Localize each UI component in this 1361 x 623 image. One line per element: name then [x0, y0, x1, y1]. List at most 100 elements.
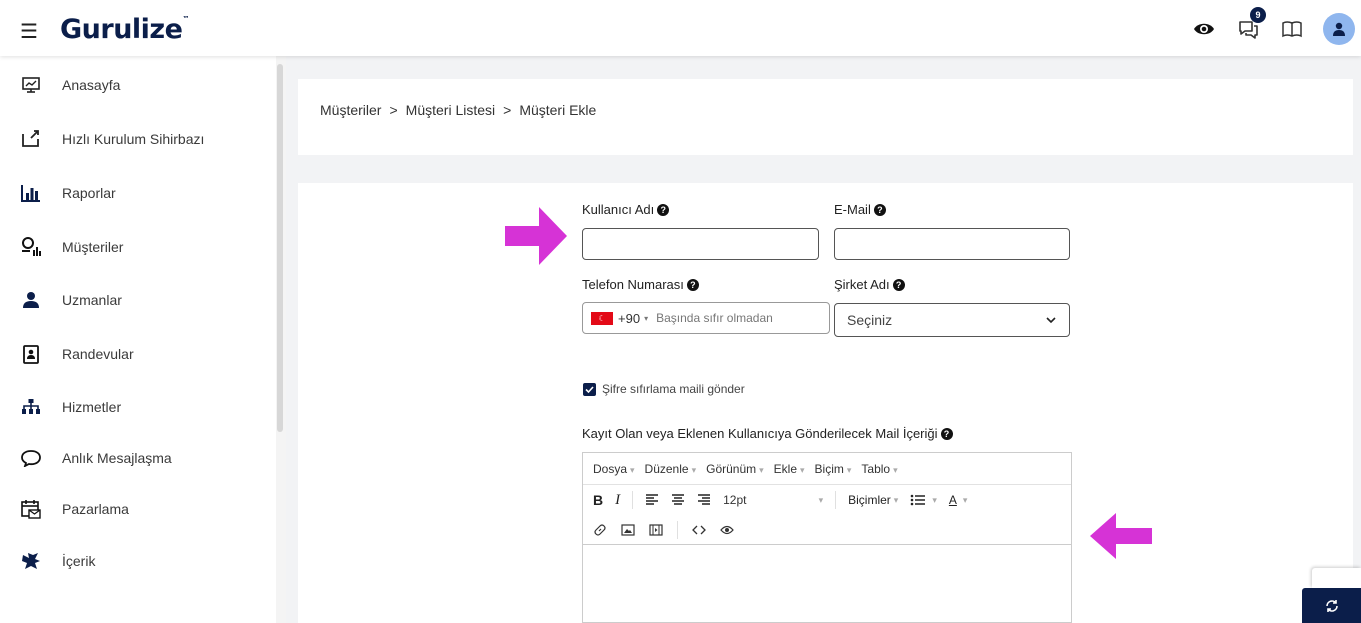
menu-label: Tablo	[861, 461, 891, 476]
help-icon[interactable]: ?	[873, 203, 886, 216]
italic-button[interactable]: I	[615, 492, 620, 509]
sidebar-item-label: Pazarlama	[62, 501, 129, 517]
logo-text: Gurulize	[60, 14, 183, 45]
refresh-icon	[1325, 599, 1338, 612]
menu-icon[interactable]: ☰	[20, 22, 38, 42]
bullet-list-icon[interactable]: ▾	[910, 494, 937, 506]
menu-ekle[interactable]: Ekle ▾	[774, 462, 805, 476]
sidebar-item-musteriler[interactable]: Müşteriler	[20, 232, 123, 262]
eye-icon[interactable]	[1191, 16, 1217, 42]
breadcrumb-musteri-listesi[interactable]: Müşteri Listesi	[406, 102, 495, 118]
mail-content-label: Kayıt Olan veya Eklenen Kullanıcıya Gönd…	[582, 426, 953, 441]
editor-toolbar-secondary	[583, 515, 1071, 545]
logo[interactable]: Gurulize™	[60, 14, 189, 45]
image-icon[interactable]	[621, 523, 635, 536]
refresh-button[interactable]	[1302, 588, 1361, 623]
annotation-arrow-icon	[505, 207, 567, 265]
mail-content-label-text: Kayıt Olan veya Eklenen Kullanıcıya Gönd…	[582, 426, 938, 441]
formats-label: Biçimler	[848, 493, 891, 507]
sidebar-item-hizli-kurulum[interactable]: Hızlı Kurulum Sihirbazı	[20, 124, 204, 154]
chevron-down-icon[interactable]: ▾	[644, 314, 648, 323]
phone-label: Telefon Numarası ?	[582, 277, 699, 292]
text-color-label: A	[948, 493, 957, 507]
company-select[interactable]: Seçiniz	[834, 303, 1070, 337]
mail-content-editor: Dosya ▾ Düzenle ▾ Görünüm ▾ Ekle ▾ Biçim ▾ Ta…	[582, 452, 1072, 623]
email-label: E-Mail ?	[834, 202, 886, 217]
menu-label: Görünüm	[706, 461, 757, 476]
menu-bicim[interactable]: Biçim ▾	[815, 462, 852, 476]
user-avatar-icon	[1333, 22, 1345, 36]
username-label-text: Kullanıcı Adı	[582, 202, 655, 217]
link-icon[interactable]	[593, 523, 607, 537]
customers-icon	[20, 236, 42, 258]
sidebar-item-uzmanlar[interactable]: Uzmanlar	[20, 285, 122, 315]
formats-select[interactable]: Biçimler ▾	[848, 493, 898, 507]
puzzle-icon	[20, 550, 42, 572]
phone-input[interactable]	[656, 311, 797, 325]
align-left-icon[interactable]	[645, 494, 659, 506]
sidebar-item-label: Anlık Mesajlaşma	[62, 450, 172, 466]
help-icon[interactable]: ?	[940, 427, 953, 440]
email-input[interactable]	[834, 228, 1070, 260]
notification-badge: 9	[1250, 7, 1266, 23]
bold-button[interactable]: B	[593, 492, 603, 508]
help-icon[interactable]: ?	[892, 278, 905, 291]
menu-gorunum[interactable]: Görünüm ▾	[706, 462, 764, 476]
breadcrumb-separator: >	[503, 102, 512, 118]
phone-field: ☾ +90 ▾	[582, 302, 830, 334]
sidebar-item-label: Hizmetler	[62, 399, 122, 415]
reset-mail-checkbox[interactable]	[583, 383, 596, 396]
breadcrumb-musteriler[interactable]: Müşteriler	[320, 102, 381, 118]
sidebar-item-label: Raporlar	[62, 185, 116, 201]
text-color-button[interactable]: A ▾	[949, 493, 968, 507]
setup-wizard-icon	[20, 128, 42, 150]
sidebar-item-pazarlama[interactable]: Pazarlama	[20, 494, 129, 524]
chat-icon	[20, 447, 42, 469]
sidebar-item-label: İçerik	[62, 553, 96, 569]
chevron-down-icon	[1045, 313, 1057, 329]
user-icon	[20, 289, 42, 311]
sidebar-item-label: Randevular	[62, 346, 134, 362]
toolbar-divider	[835, 491, 837, 509]
preview-eye-icon[interactable]	[720, 525, 734, 535]
phone-country-code[interactable]: +90	[618, 311, 640, 326]
font-size-select[interactable]: 12pt ▾	[723, 493, 823, 507]
font-size-value: 12pt	[723, 493, 747, 507]
align-center-icon[interactable]	[671, 494, 685, 506]
calendar-mail-icon	[20, 498, 42, 520]
menu-tablo[interactable]: Tablo ▾	[861, 462, 897, 476]
sidebar-item-hizmetler[interactable]: Hizmetler	[20, 392, 121, 422]
top-bar: ☰ Gurulize™ 9	[0, 0, 1361, 56]
help-icon[interactable]: ?	[686, 278, 699, 291]
menu-duzenle[interactable]: Düzenle ▾	[645, 462, 697, 476]
recaptcha-badge[interactable]	[1312, 568, 1361, 588]
sidebar-scroll-thumb[interactable]	[277, 64, 283, 432]
sidebar-item-anlik-mesajlasma[interactable]: Anlık Mesajlaşma	[20, 443, 172, 473]
company-select-value: Seçiniz	[847, 312, 893, 328]
align-right-icon[interactable]	[697, 494, 711, 506]
phone-label-text: Telefon Numarası	[582, 277, 684, 292]
sidebar: Anasayfa Hızlı Kurulum Sihirbazı Raporla…	[0, 56, 276, 623]
avatar[interactable]	[1323, 13, 1355, 45]
reset-mail-label[interactable]: Şifre sıfırlama maili gönder	[602, 382, 745, 396]
annotation-arrow-icon	[1090, 513, 1152, 559]
menu-dosya[interactable]: Dosya ▾	[593, 462, 635, 476]
username-input[interactable]	[582, 228, 819, 260]
menu-label: Dosya	[593, 461, 628, 476]
sidebar-item-anasayfa[interactable]: Anasayfa	[20, 70, 120, 100]
turkey-flag-icon[interactable]: ☾	[591, 311, 613, 325]
media-icon[interactable]	[649, 523, 663, 536]
editor-toolbar: B I 12pt ▾ Biçimler ▾ ▾ A ▾	[583, 485, 1071, 515]
check-icon	[585, 386, 594, 394]
menu-label: Ekle	[773, 461, 798, 476]
help-icon[interactable]: ?	[657, 203, 670, 216]
email-label-text: E-Mail	[834, 202, 871, 217]
book-icon[interactable]	[1279, 16, 1305, 42]
sidebar-item-label: Müşteriler	[62, 239, 124, 255]
messages-icon[interactable]: 9	[1235, 7, 1266, 42]
sidebar-item-raporlar[interactable]: Raporlar	[20, 178, 116, 208]
sidebar-item-randevular[interactable]: Randevular	[20, 339, 134, 369]
breadcrumb-musteri-ekle: Müşteri Ekle	[519, 102, 597, 118]
sidebar-item-icerik[interactable]: İçerik	[20, 546, 95, 576]
code-icon[interactable]	[692, 524, 706, 536]
